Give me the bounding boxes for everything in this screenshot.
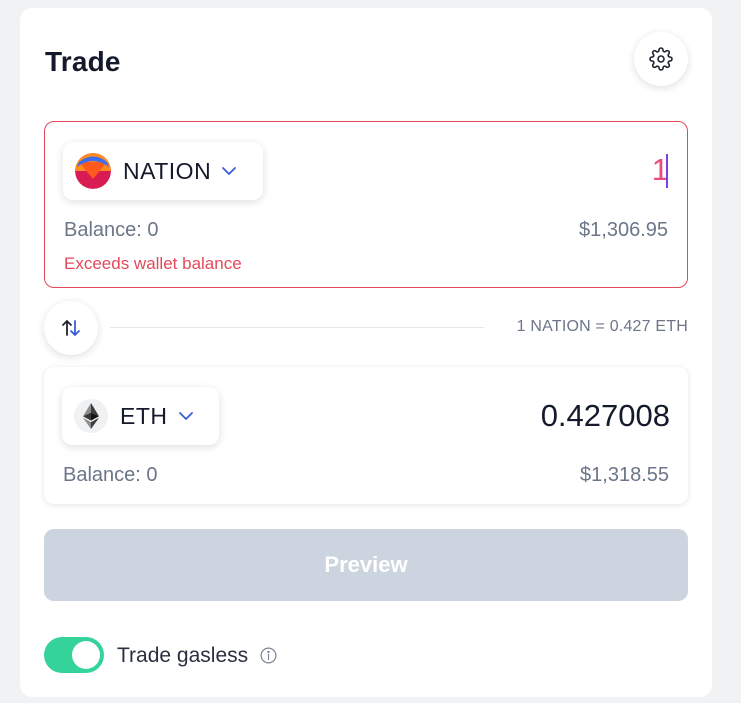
settings-button[interactable] — [634, 32, 688, 86]
exchange-rate: 1 NATION = 0.427 ETH — [516, 318, 688, 335]
gear-icon — [649, 47, 673, 71]
error-message: Exceeds wallet balance — [64, 254, 242, 273]
eth-logo-icon — [74, 399, 108, 433]
from-usd-value: $1,306.95 — [579, 219, 668, 241]
swap-direction-button[interactable] — [44, 301, 98, 355]
to-balance: Balance: 0 — [63, 464, 158, 486]
chevron-down-icon — [221, 166, 237, 176]
to-amount-input[interactable] — [370, 398, 670, 434]
gasless-label: Trade gasless — [117, 644, 249, 667]
from-balance: Balance: 0 — [64, 219, 159, 241]
from-token-selector[interactable]: NATION — [63, 142, 263, 200]
nation-logo-icon — [75, 153, 111, 189]
preview-button[interactable]: Preview — [44, 529, 688, 601]
toggle-knob — [72, 641, 100, 669]
to-token-symbol: ETH — [120, 402, 168, 429]
to-token-selector[interactable]: ETH — [62, 387, 219, 445]
chevron-down-icon — [178, 411, 194, 421]
from-token-symbol: NATION — [123, 157, 212, 184]
to-token-panel: ETH Balance: 0 $1,318.55 — [44, 367, 688, 504]
to-usd-value: $1,318.55 — [580, 464, 669, 486]
from-amount-input[interactable] — [369, 152, 669, 188]
page-title: Trade — [45, 46, 121, 77]
rate-divider — [110, 327, 484, 328]
from-token-panel: NATION Balance: 0 $1,306.95 Exceeds wall… — [44, 121, 688, 288]
swap-arrows-icon — [60, 318, 82, 338]
info-icon[interactable] — [260, 647, 277, 664]
gasless-toggle[interactable] — [44, 637, 104, 673]
text-cursor — [666, 154, 668, 188]
